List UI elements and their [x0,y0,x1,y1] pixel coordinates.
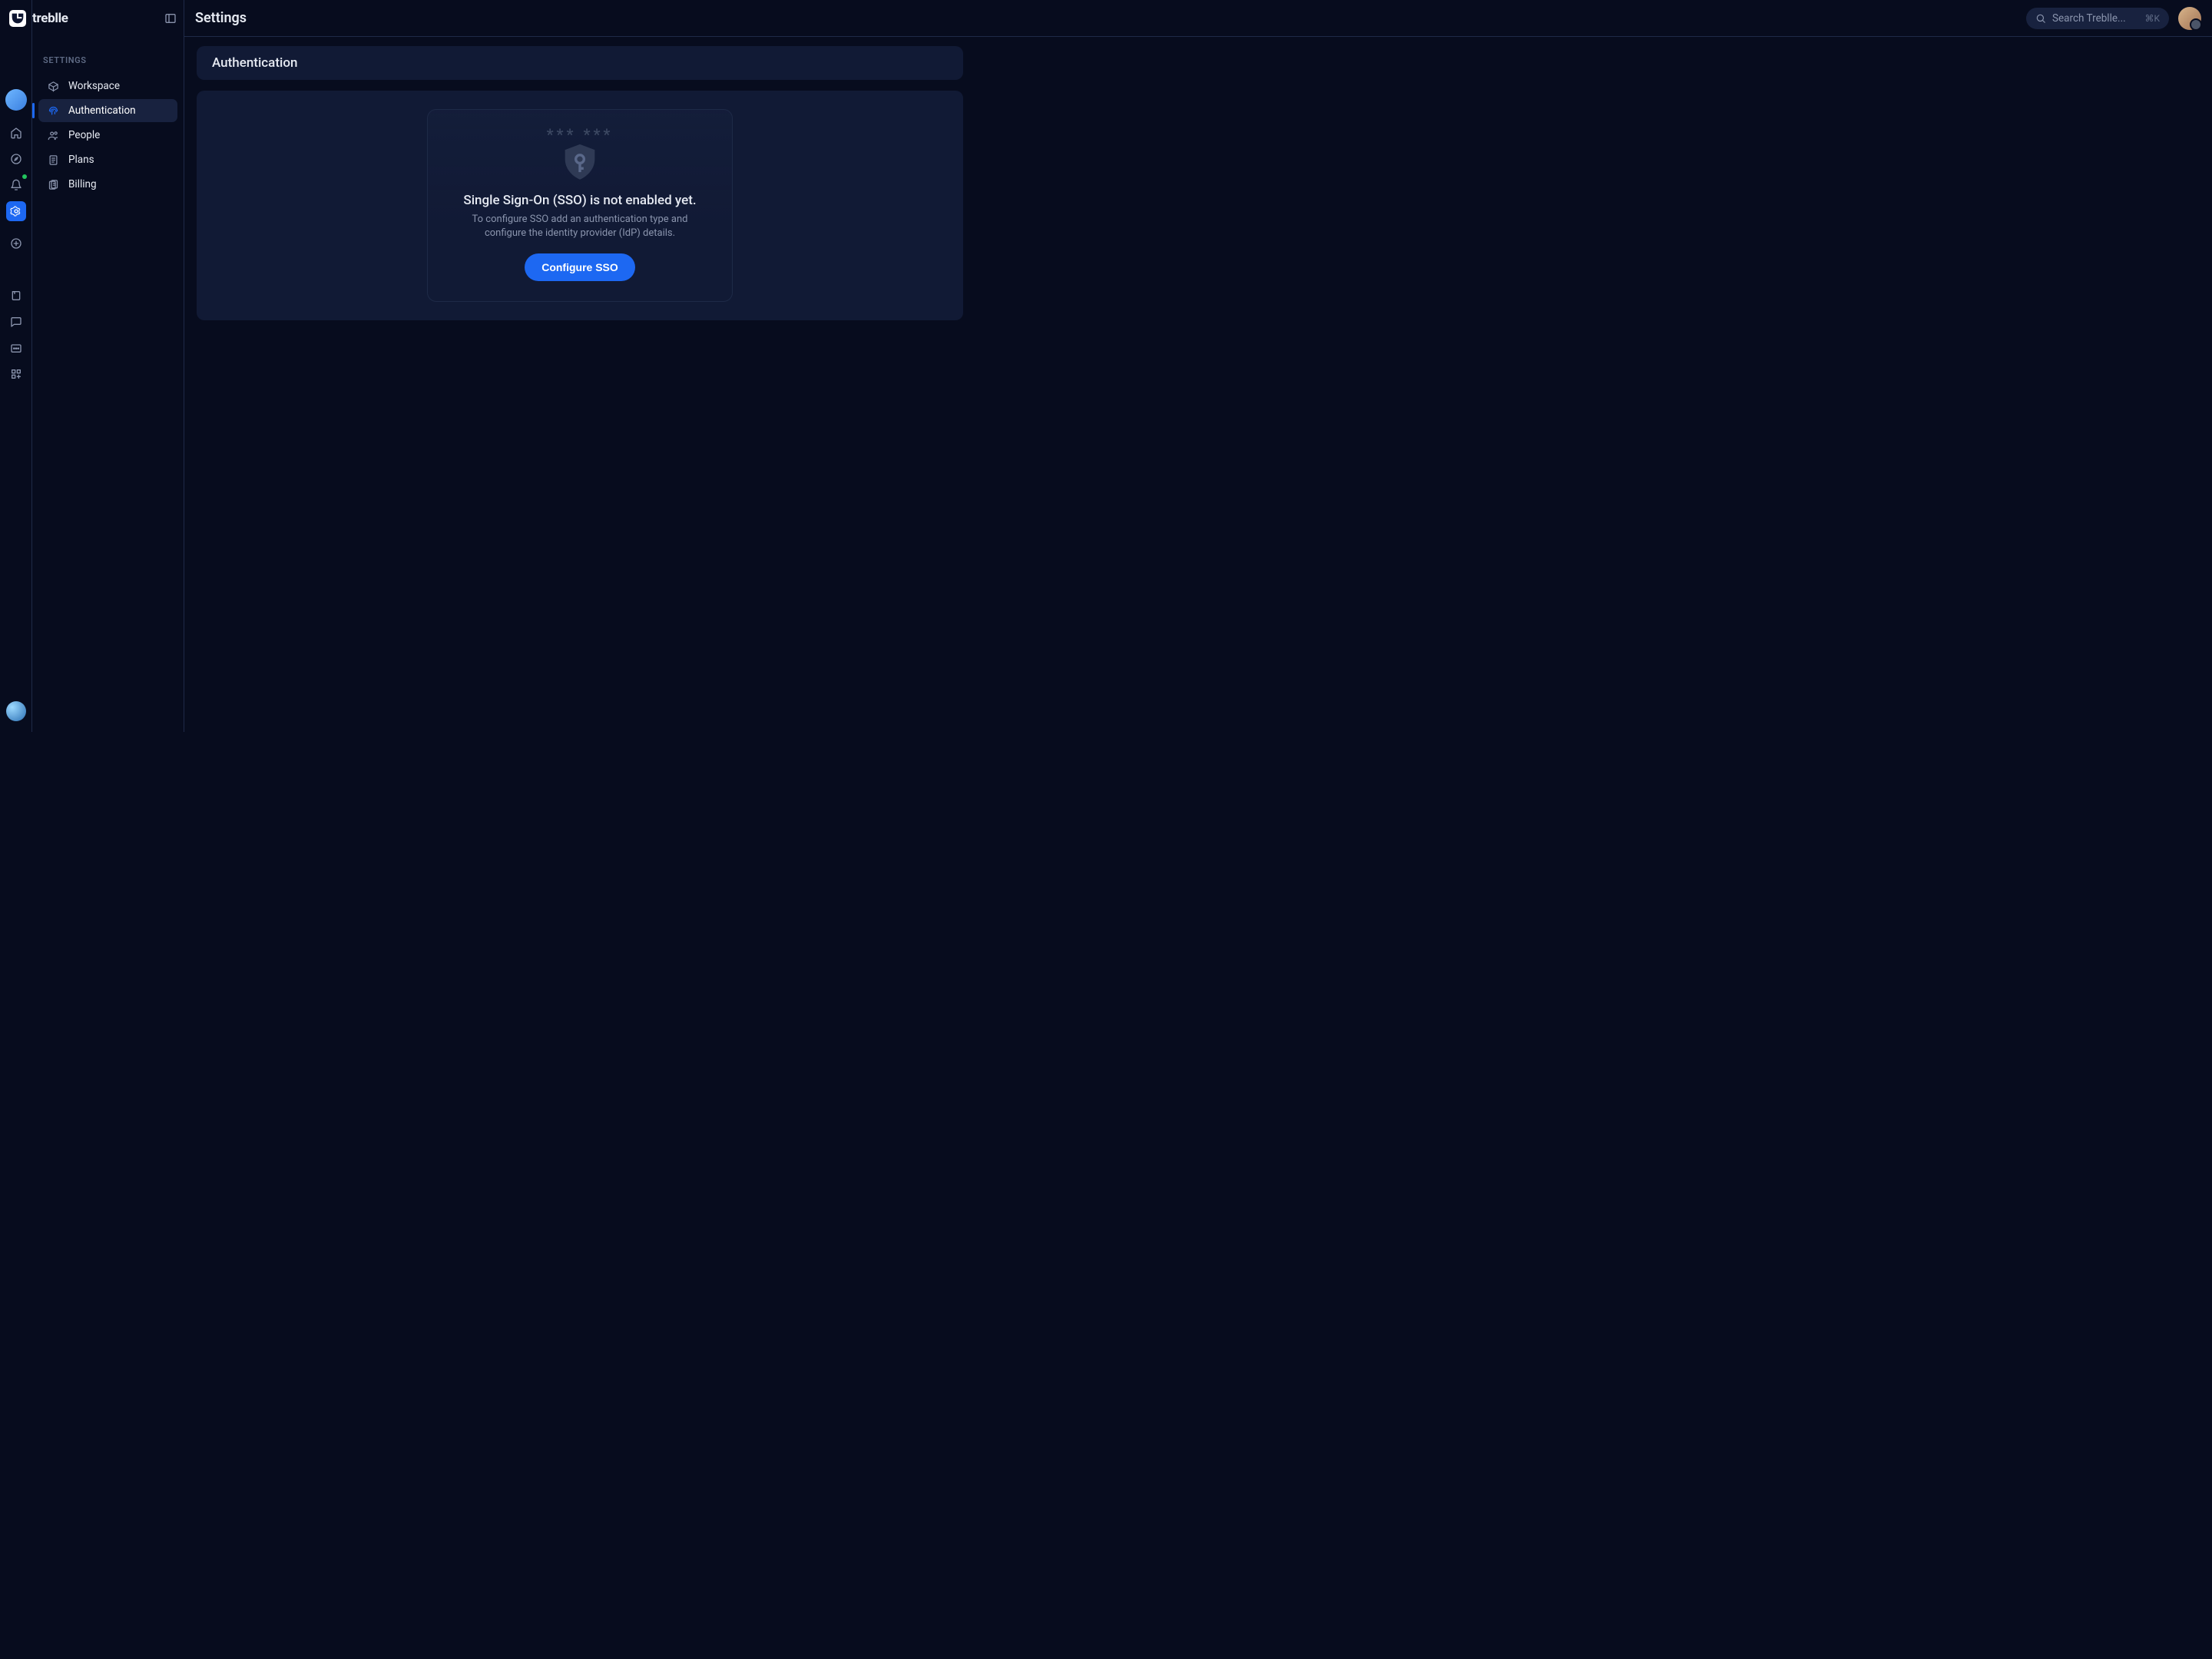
sidebar-item-label: Authentication [68,104,136,117]
sso-title: Single Sign-On (SSO) is not enabled yet. [463,193,696,208]
user-avatar[interactable] [2178,7,2201,30]
sidebar-item-label: People [68,129,100,141]
sso-card: *** *** Single Sign-On (SSO) is not enab… [197,91,963,320]
search-placeholder: Search Treblle... [2052,12,2126,25]
workspace-avatar[interactable] [5,89,27,111]
topbar: Settings Search Treblle... ⌘K [184,0,2212,37]
people-icon [48,130,59,141]
rail-settings-icon[interactable] [6,201,26,221]
shield-key-icon [558,141,602,185]
sso-empty-state: *** *** Single Sign-On (SSO) is not enab… [427,109,733,302]
rail-docs-icon[interactable] [6,286,26,306]
rail-bell-icon[interactable] [6,175,26,195]
sidebar-item-workspace[interactable]: Workspace [38,75,177,98]
content-header: Authentication [197,46,963,80]
icon-rail [0,0,32,732]
search-icon [2035,13,2046,24]
rail-chat-icon[interactable] [6,312,26,332]
rail-home-icon[interactable] [6,123,26,143]
page-title: Settings [195,10,247,26]
sidebar-item-label: Plans [68,154,94,166]
search-shortcut: ⌘K [2144,13,2160,24]
brand-name: treblle [32,11,68,26]
sidebar-section-title: SETTINGS [32,37,184,73]
rail-compass-icon[interactable] [6,149,26,169]
sidebar-collapse-icon[interactable] [164,12,177,25]
content-title: Authentication [212,55,948,71]
sidebar-item-people[interactable]: People [38,124,177,147]
rail-inbox-icon[interactable] [6,338,26,358]
sidebar-item-billing[interactable]: Billing [38,173,177,196]
settings-sidebar: SETTINGS Workspace Authentication People… [32,0,184,732]
configure-sso-button[interactable]: Configure SSO [525,253,635,281]
sidebar-item-authentication[interactable]: Authentication [38,99,177,122]
sidebar-item-label: Workspace [68,80,120,92]
billing-icon [48,179,59,190]
sidebar-item-plans[interactable]: Plans [38,148,177,171]
sso-description: To configure SSO add an authentication t… [465,213,695,240]
search-input[interactable]: Search Treblle... ⌘K [2026,8,2169,29]
rail-help-avatar[interactable] [6,701,26,721]
document-icon [48,154,59,166]
rail-apps-icon[interactable] [6,364,26,384]
sidebar-item-label: Billing [68,178,97,190]
fingerprint-icon [48,105,59,117]
cube-icon [48,81,59,92]
main-content: Authentication *** *** Single Sign-On (S… [184,0,975,732]
notification-dot [22,174,27,179]
rail-add-icon[interactable] [6,233,26,253]
